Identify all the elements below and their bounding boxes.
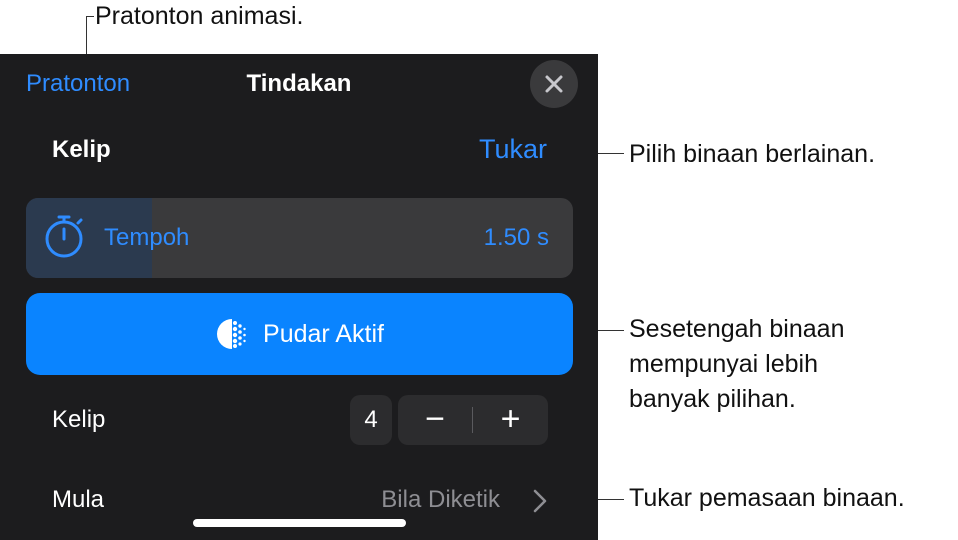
duration-label: Tempoh xyxy=(104,224,190,251)
clip-section-label: Kelip xyxy=(52,136,111,163)
clip-count-value-box: 4 xyxy=(350,395,392,445)
callout-order: Tukar pemasaan binaan. xyxy=(629,484,905,512)
change-button[interactable]: Tukar xyxy=(460,132,547,166)
increment-button[interactable]: + xyxy=(473,395,548,445)
callout-options-2: mempunyai lebih xyxy=(629,350,818,378)
stopwatch-icon xyxy=(45,215,83,258)
clip-count-stepper: − + xyxy=(398,395,548,445)
close-icon xyxy=(545,75,563,93)
panel-title: Tindakan xyxy=(246,70,352,97)
close-button[interactable] xyxy=(530,60,578,108)
start-label: Mula xyxy=(52,486,105,513)
decrement-button[interactable]: − xyxy=(398,395,472,445)
chevron-right-icon xyxy=(533,489,547,513)
duration-slider[interactable]: Tempoh 1.50 s xyxy=(26,198,573,278)
effect-button[interactable]: Pudar Aktif xyxy=(26,293,573,375)
clip-count-value: 4 xyxy=(364,406,378,433)
start-value: Bila Diketik xyxy=(381,486,500,513)
callout-preview-line-cap xyxy=(86,16,94,17)
animate-panel: Pratonton Tindakan Kelip Tukar Tempoh 1.… xyxy=(0,54,598,540)
callout-options-1: Sesetengah binaan xyxy=(629,315,845,343)
home-indicator xyxy=(193,519,406,527)
callout-options-3: banyak pilihan. xyxy=(629,385,796,413)
duration-value: 1.50 s xyxy=(483,224,549,251)
effect-label: Pudar Aktif xyxy=(263,320,384,348)
clip-count-label: Kelip xyxy=(52,406,106,433)
callout-change: Pilih binaan berlainan. xyxy=(629,140,876,168)
dissolve-icon xyxy=(217,319,246,349)
callout-preview: Pratonton animasi. xyxy=(95,2,304,30)
start-row[interactable]: Mula Bila Diketik xyxy=(0,474,598,524)
